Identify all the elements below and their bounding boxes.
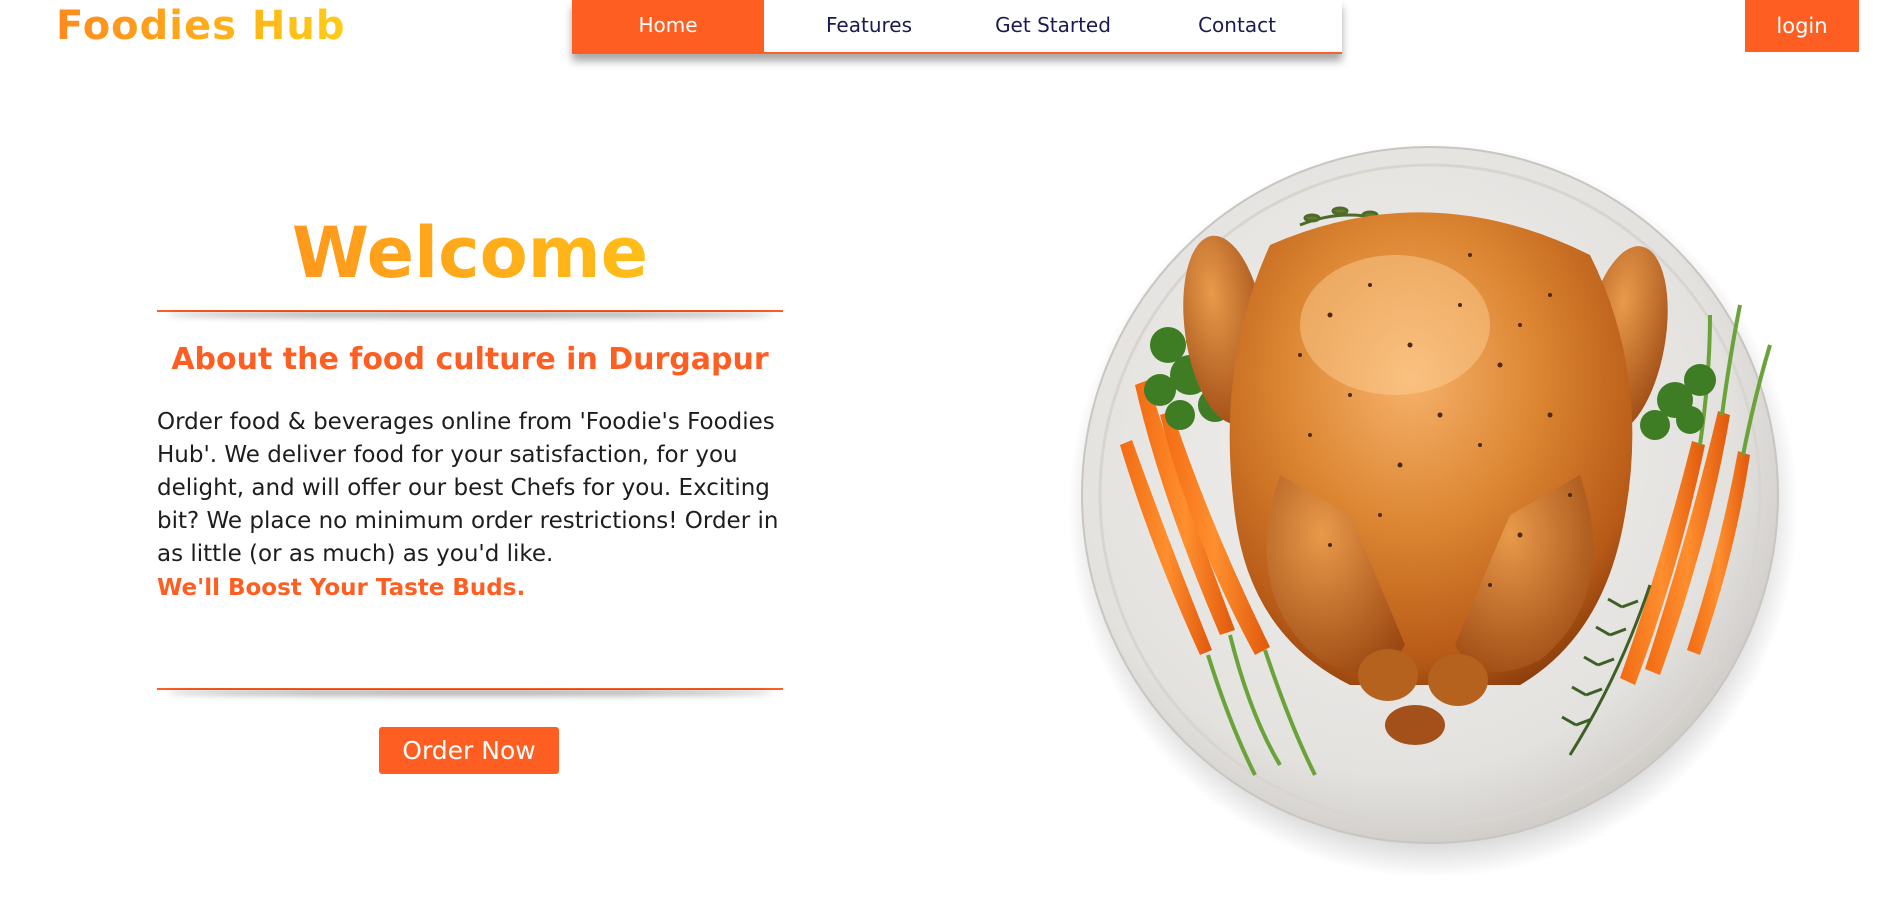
hero-title: Welcome — [157, 208, 783, 298]
hero-description: Order food & beverages online from 'Food… — [157, 409, 779, 567]
main-nav: Home Features Get Started Contact — [572, 0, 1342, 54]
page: Foodies Hub Home Features Get Started Co… — [0, 0, 1887, 916]
nav-get-started[interactable]: Get Started — [974, 0, 1132, 52]
hero-subtitle: About the food culture in Durgapur — [171, 342, 769, 377]
site-logo[interactable]: Foodies Hub — [56, 0, 345, 52]
order-now-button[interactable]: Order Now — [379, 727, 559, 774]
bottom-divider — [157, 688, 783, 690]
roast-chicken-image — [1068, 142, 1798, 875]
top-divider — [157, 310, 783, 312]
nav-contact[interactable]: Contact — [1132, 0, 1342, 52]
nav-home[interactable]: Home — [572, 0, 764, 52]
nav-features[interactable]: Features — [764, 0, 974, 52]
login-button[interactable]: login — [1745, 0, 1859, 52]
hero-tagline: We'll Boost Your Taste Buds. — [157, 575, 526, 601]
